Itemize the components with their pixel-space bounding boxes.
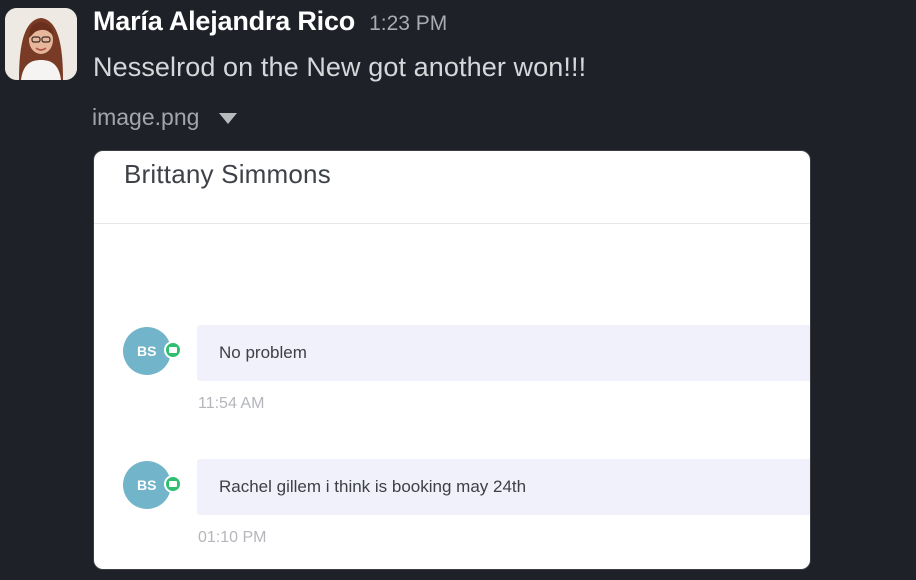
file-name[interactable]: image.png (92, 104, 199, 131)
message-timestamp[interactable]: 1:23 PM (369, 12, 447, 36)
sms-icon (164, 475, 182, 493)
author-avatar[interactable] (5, 8, 77, 80)
chat-message-text: Rachel gillem i think is booking may 24t… (219, 477, 527, 496)
chat-bubble: No problem (197, 325, 810, 381)
contact-name: Brittany Simmons (124, 159, 331, 189)
author-name[interactable]: María Alejandra Rico (93, 6, 355, 37)
sms-icon (164, 341, 182, 359)
attachment-header[interactable]: image.png (92, 104, 238, 131)
chat-message-time: 11:54 AM (198, 395, 265, 412)
message-text: Nesselrod on the New got another won!!! (93, 52, 587, 82)
avatar-initials: BS (137, 477, 157, 493)
image-attachment[interactable]: Brittany Simmons BS No problem 11:54 AM … (93, 150, 811, 570)
caret-down-icon[interactable] (219, 113, 238, 124)
chat-bubble: Rachel gillem i think is booking may 24t… (197, 459, 810, 515)
chat-message-text: No problem (219, 343, 307, 362)
header-divider (94, 223, 810, 224)
message-header: María Alejandra Rico 1:23 PM (93, 6, 447, 37)
chat-message-time: 01:10 PM (198, 529, 267, 546)
avatar-initials: BS (137, 343, 157, 359)
avatar-photo (5, 8, 77, 80)
